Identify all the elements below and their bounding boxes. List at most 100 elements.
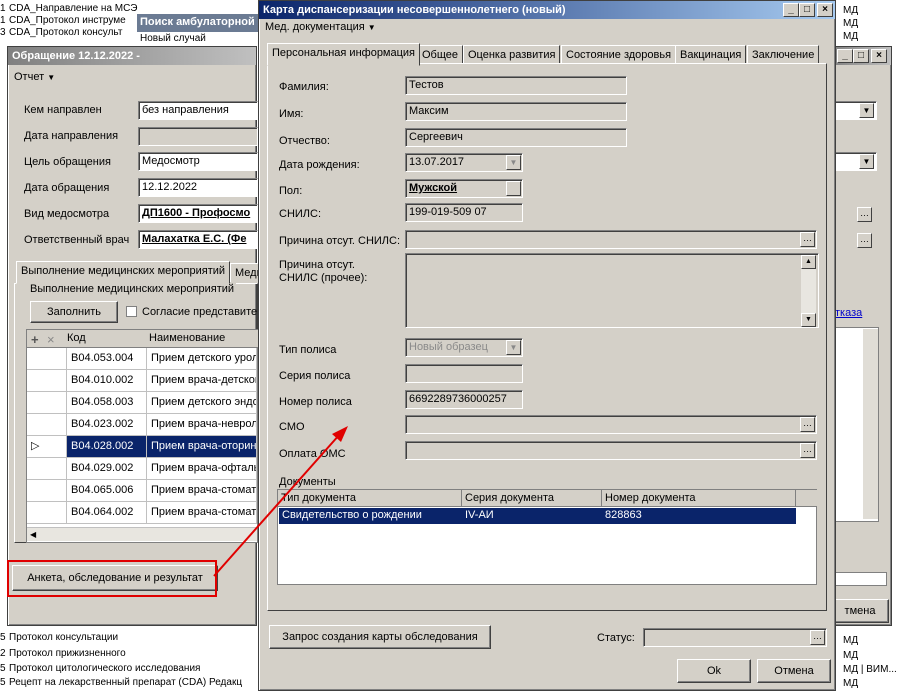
fill-button[interactable]: Заполнить <box>30 301 118 323</box>
referred-by-field[interactable]: без направления <box>138 101 258 120</box>
minimize-icon[interactable]: _ <box>783 3 799 17</box>
ellipsis-icon[interactable]: … <box>810 630 825 645</box>
vertical-scrollbar[interactable]: ▲ ▼ <box>801 255 816 327</box>
request-exam-card-button[interactable]: Запрос создания карты обследования <box>269 625 491 649</box>
surname-field[interactable]: Тестов <box>405 76 627 95</box>
consent-label: Согласие представите <box>142 306 258 318</box>
right-column-cell: МД <box>843 650 859 661</box>
smo-field[interactable] <box>405 415 817 434</box>
status-field[interactable] <box>643 628 827 647</box>
consent-checkbox[interactable] <box>126 306 137 317</box>
chevron-left-icon[interactable]: ◀ <box>30 530 36 539</box>
table-row-name[interactable]: Прием детского уроло <box>147 348 257 370</box>
table-row-name[interactable]: Прием врача-детского <box>147 370 257 392</box>
policy-type-label: Тип полиса <box>279 344 337 356</box>
policy-series-field[interactable] <box>405 364 523 383</box>
table-row-code[interactable]: B04.064.002 <box>67 502 147 524</box>
table-row-code[interactable]: B04.065.006 <box>67 480 147 502</box>
table-row-code[interactable]: B04.023.002 <box>67 414 147 436</box>
name-field[interactable]: Максим <box>405 102 627 121</box>
chevron-up-icon[interactable]: ▲ <box>801 255 816 269</box>
doctor-field[interactable]: Малахатка Е.С. (Фе <box>138 230 258 249</box>
row-indicator[interactable] <box>27 348 67 370</box>
ellipsis-icon[interactable]: … <box>857 233 872 248</box>
appeal-date-field[interactable]: 12.12.2022 <box>138 178 258 197</box>
minimize-icon[interactable]: _ <box>837 49 853 63</box>
right-column-cell: МД | ВИМ... <box>843 664 897 675</box>
oms-field[interactable] <box>405 441 817 460</box>
doc-type-column-header[interactable]: Тип документа <box>278 490 462 507</box>
table-row-code-selected[interactable]: B04.028.002 <box>67 436 147 458</box>
table-row-name-selected[interactable]: Прием врача-оторино <box>147 436 257 458</box>
row-indicator[interactable] <box>27 392 67 414</box>
referral-date-field[interactable] <box>138 127 258 146</box>
ok-button[interactable]: Ok <box>677 659 751 683</box>
exam-type-field[interactable]: ДП1600 - Профосмо <box>138 204 258 223</box>
search-window-title[interactable]: Поиск амбулаторной <box>137 14 259 32</box>
horizontal-scrollbar[interactable]: ◀ <box>27 527 257 541</box>
row-indicator[interactable] <box>27 480 67 502</box>
chevron-down-icon[interactable]: ▼ <box>859 103 874 118</box>
sex-label: Пол: <box>279 185 303 197</box>
ellipsis-icon[interactable]: … <box>857 207 872 222</box>
table-row-code[interactable]: B04.058.003 <box>67 392 147 414</box>
status-label: Статус: <box>597 632 635 644</box>
close-icon[interactable]: × <box>871 49 887 63</box>
table-row-doc-type[interactable]: Свидетельство о рождении <box>279 508 462 524</box>
patronymic-field[interactable]: Сергеевич <box>405 128 627 147</box>
cancel-button[interactable]: Отмена <box>757 659 831 683</box>
name-column-header[interactable]: Наименование <box>149 332 225 344</box>
med-docs-menu[interactable]: Мед. документация ▼ <box>265 21 376 33</box>
purpose-field[interactable]: Медосмотр <box>138 152 258 171</box>
row-indicator[interactable] <box>27 458 67 480</box>
snils-other-textarea[interactable] <box>405 253 819 328</box>
policy-number-field[interactable]: 6692289736000257 <box>405 390 523 409</box>
maximize-icon[interactable]: □ <box>799 3 815 17</box>
code-column-header[interactable]: Код <box>67 332 86 344</box>
refusal-link[interactable]: тказа <box>835 307 862 319</box>
chevron-down-icon[interactable]: ▼ <box>859 154 874 169</box>
chevron-down-icon[interactable]: ▼ <box>801 313 816 327</box>
vertical-scrollbar[interactable] <box>863 329 878 519</box>
row-indicator[interactable] <box>27 502 67 524</box>
doc-number-column-header[interactable]: Номер документа <box>602 490 796 507</box>
chevron-down-icon[interactable]: ▼ <box>506 340 521 355</box>
table-row-code[interactable]: B04.029.002 <box>67 458 147 480</box>
table-row-code[interactable]: B04.010.002 <box>67 370 147 392</box>
table-row-name[interactable]: Прием врача-офтальм <box>147 458 257 480</box>
table-row-name[interactable]: Прием врача-невроло <box>147 414 257 436</box>
snils-field[interactable]: 199-019-509 07 <box>405 203 523 222</box>
birthdate-label: Дата рождения: <box>279 159 360 171</box>
add-icon[interactable]: + <box>31 332 39 347</box>
table-row-name[interactable]: Прием врача-стомато <box>147 502 257 524</box>
cancel-button-partial[interactable]: тмена <box>831 599 889 623</box>
tab-medical-activities[interactable]: Выполнение медицинских мероприятий <box>16 261 231 284</box>
ellipsis-icon[interactable]: … <box>800 417 815 432</box>
chevron-down-icon[interactable]: ▼ <box>506 155 521 170</box>
close-icon[interactable]: × <box>817 3 833 17</box>
table-row-name[interactable]: Прием врача-стомато <box>147 480 257 502</box>
row-indicator-selected[interactable]: ▷ <box>27 436 67 458</box>
row-indicator[interactable] <box>27 370 67 392</box>
name-label: Имя: <box>279 108 304 120</box>
tab-personal-info[interactable]: Персональная информация <box>267 43 421 66</box>
ellipsis-icon[interactable]: … <box>800 443 815 458</box>
tab-general[interactable]: Общее <box>417 45 464 65</box>
doc-series-column-header[interactable]: Серия документа <box>462 490 602 507</box>
tab-development[interactable]: Оценка развития <box>463 45 561 65</box>
referred-by-label: Кем направлен <box>24 104 102 116</box>
tab-conclusion[interactable]: Заключение <box>747 45 820 65</box>
table-row-name[interactable]: Прием детского эндо <box>147 392 257 414</box>
table-row-doc-series[interactable]: IV-АИ <box>462 508 602 524</box>
row-indicator[interactable] <box>27 414 67 436</box>
sex-select-button[interactable] <box>506 181 521 196</box>
tab-vaccination[interactable]: Вакцинация <box>675 45 747 65</box>
maximize-icon[interactable]: □ <box>853 49 869 63</box>
delete-icon[interactable]: × <box>47 332 55 347</box>
ellipsis-icon[interactable]: … <box>800 232 815 247</box>
snils-absence-field[interactable] <box>405 230 817 249</box>
tab-health-state[interactable]: Состояние здоровья <box>561 45 677 65</box>
table-row-doc-number[interactable]: 828863 <box>602 508 796 524</box>
table-row-code[interactable]: B04.053.004 <box>67 348 147 370</box>
report-menu[interactable]: Отчет ▼ <box>14 71 55 83</box>
